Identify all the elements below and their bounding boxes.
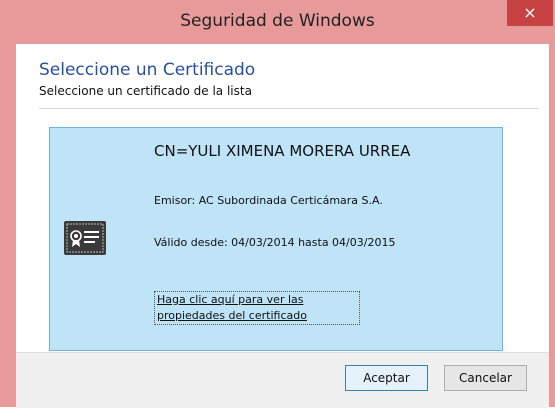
certificate-properties-link[interactable]: Haga clic aquí para ver las propiedades … bbox=[154, 291, 360, 325]
certificate-validity: Válido desde: 04/03/2014 hasta 04/03/201… bbox=[154, 236, 396, 249]
close-button[interactable]: × bbox=[507, 0, 553, 26]
windows-security-dialog: Seguridad de Windows × Seleccione un Cer… bbox=[0, 0, 555, 408]
certificate-tile[interactable]: CN=YULI XIMENA MORERA URREA Emisor: AC S… bbox=[49, 127, 503, 351]
dialog-footer: Aceptar Cancelar bbox=[16, 352, 549, 408]
window-frame-right bbox=[549, 44, 555, 407]
window-title: Seguridad de Windows bbox=[180, 11, 375, 31]
dialog-heading: Seleccione un Certificado bbox=[39, 60, 256, 80]
dialog-subheading: Seleccione un certificado de la lista bbox=[39, 84, 252, 98]
separator bbox=[39, 108, 539, 109]
window-frame-left bbox=[0, 44, 16, 407]
close-icon: × bbox=[523, 3, 537, 22]
title-bar: Seguridad de Windows × bbox=[0, 0, 555, 44]
accept-button[interactable]: Aceptar bbox=[345, 365, 428, 391]
certificate-issuer: Emisor: AC Subordinada Certicámara S.A. bbox=[154, 194, 383, 207]
certificate-subject: CN=YULI XIMENA MORERA URREA bbox=[154, 142, 411, 160]
certificate-icon bbox=[64, 221, 106, 255]
cancel-button[interactable]: Cancelar bbox=[444, 365, 527, 391]
